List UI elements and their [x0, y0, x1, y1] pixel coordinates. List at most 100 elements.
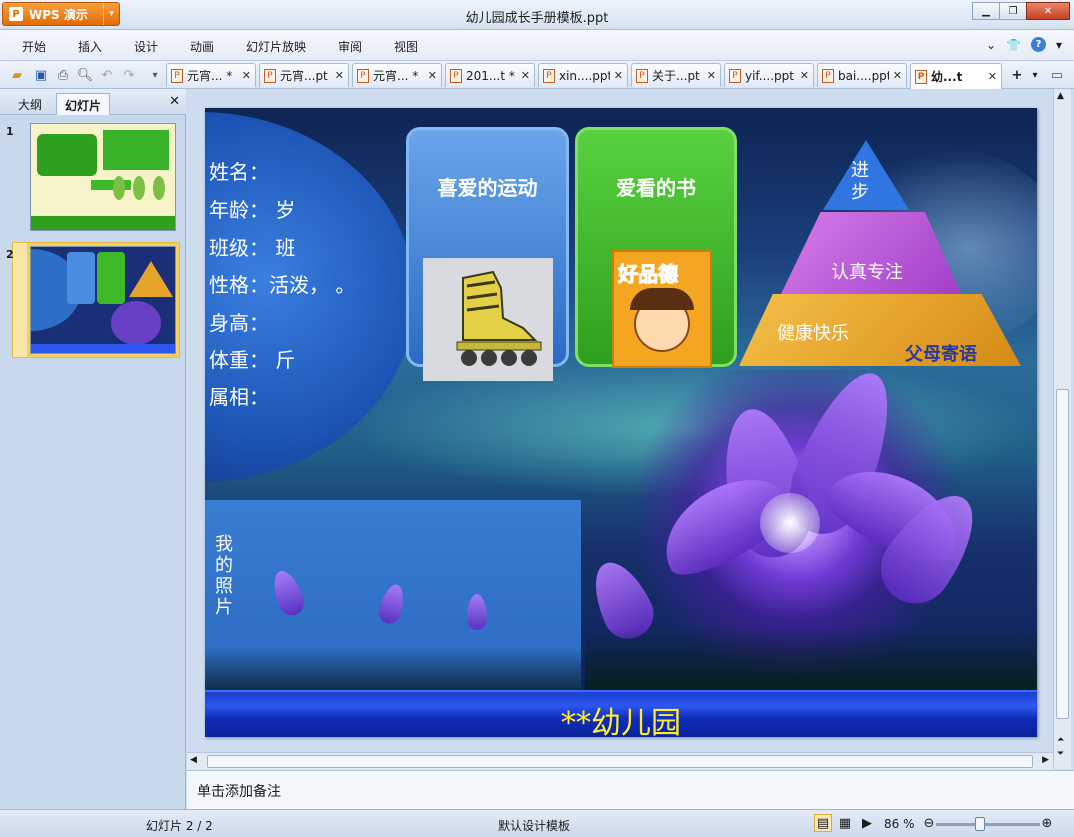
horizontal-scroll-thumb[interactable]	[207, 755, 1033, 768]
menu-slideshow[interactable]: 幻灯片放映	[246, 38, 306, 55]
maximize-button[interactable]: ❐	[999, 2, 1027, 20]
info-personality[interactable]: 性格：活泼， 。	[209, 269, 355, 298]
photo-label: 我的照片	[215, 534, 233, 618]
redo-icon[interactable]: ↷	[120, 66, 138, 84]
zoom-in-icon[interactable]: ⊕	[1038, 814, 1056, 832]
help-dropdown-icon[interactable]: ▾	[1056, 38, 1062, 52]
doc-tab[interactable]: Pyif....ppt ✕	[724, 63, 814, 87]
doc-tab[interactable]: Pxin....ppt ✕	[538, 63, 628, 87]
doc-tab[interactable]: P 元宵... * ✕	[352, 63, 442, 87]
print-icon[interactable]: ⎙	[54, 66, 72, 84]
doc-tab[interactable]: P 元宵... * ✕	[166, 63, 256, 87]
doc-tab-active[interactable]: P 幼...t ✕	[910, 63, 1002, 89]
collapse-ribbon-icon[interactable]: ⌄	[986, 38, 996, 52]
thumb-shape	[67, 252, 95, 304]
thumb-shape	[91, 180, 131, 190]
doc-tab[interactable]: P 关于...pt ✕	[631, 63, 721, 87]
notes-pane[interactable]: 单击添加备注	[187, 770, 1074, 809]
close-tab-icon[interactable]: ✕	[893, 69, 902, 82]
close-tab-icon[interactable]: ✕	[614, 69, 623, 82]
quick-toolbar: ▰ ▣ ⎙ 🔍︎ ↶ ↷ ▾ P 元宵... * ✕ P 元宵...pt ✕ P 元宵..…	[0, 61, 1074, 89]
menu-insert[interactable]: 插入	[78, 38, 102, 55]
close-tab-icon[interactable]: ✕	[521, 69, 530, 82]
scroll-up-icon[interactable]: ▲	[1057, 91, 1064, 101]
inline-skate-image[interactable]	[423, 258, 553, 381]
vertical-scroll-thumb[interactable]	[1056, 389, 1069, 719]
help-icon[interactable]: ?	[1030, 37, 1046, 52]
normal-view-icon[interactable]: ▤	[814, 814, 832, 832]
skin-icon[interactable]: 👕	[1006, 38, 1021, 52]
open-folder-icon[interactable]: ▰	[8, 66, 26, 84]
favorite-sport-card[interactable]: 喜爱的运动	[406, 127, 569, 381]
vertical-scrollbar[interactable]: ▲ ⏶ ⏷	[1053, 89, 1071, 769]
grass-shade	[205, 648, 581, 690]
close-tab-icon[interactable]: ✕	[335, 69, 344, 82]
zoom-slider-handle[interactable]	[975, 817, 985, 831]
card-book-title: 爱看的书	[616, 176, 696, 200]
prev-slide-icon[interactable]: ⏶	[1057, 735, 1064, 745]
slide-thumbnail-2[interactable]	[27, 243, 179, 357]
scroll-left-icon[interactable]: ◀	[190, 755, 197, 765]
menu-home[interactable]: 开始	[22, 38, 46, 55]
tab-outline[interactable]: 大纲	[10, 93, 50, 115]
menu-right-controls: ⌄ 👕 ? ▾	[986, 37, 1062, 52]
close-tab-icon[interactable]: ✕	[707, 69, 716, 82]
window-layout-icon[interactable]: ▭	[1048, 66, 1066, 84]
next-slide-icon[interactable]: ⏷	[1057, 749, 1064, 759]
slide-thumbnail-1[interactable]	[30, 123, 176, 231]
close-tab-icon[interactable]: ✕	[242, 69, 251, 82]
ppt-file-icon: P	[822, 68, 834, 83]
new-tab-icon[interactable]: +	[1008, 66, 1026, 84]
notes-placeholder: 单击添加备注	[197, 784, 281, 800]
scroll-right-icon[interactable]: ▶	[1042, 755, 1049, 765]
info-age[interactable]: 年龄： 岁	[209, 194, 295, 223]
card-sport-title: 喜爱的运动	[437, 176, 538, 200]
close-window-button[interactable]: ✕	[1026, 2, 1070, 20]
doc-tab[interactable]: P 元宵...pt ✕	[259, 63, 349, 87]
undo-icon[interactable]: ↶	[98, 66, 116, 84]
panel-tabs: 大纲 幻灯片 ✕	[0, 89, 186, 115]
print-preview-icon[interactable]: 🔍︎	[76, 66, 94, 84]
thumb-shape	[103, 130, 169, 170]
slide-position: 幻灯片 2 / 2	[146, 819, 213, 833]
close-panel-icon[interactable]: ✕	[169, 94, 180, 109]
skate-icon	[456, 270, 542, 366]
tab-list-icon[interactable]: ▾	[1026, 66, 1044, 84]
slide-canvas[interactable]: 姓名： 年龄： 岁 班级： 班 性格：活泼， 。 身高： 体重： 斤 属相： 喜…	[205, 108, 1037, 737]
window-title: 幼儿园成长手册模板.ppt	[465, 11, 609, 26]
close-tab-icon[interactable]: ✕	[988, 70, 997, 83]
info-name[interactable]: 姓名：	[209, 156, 269, 185]
parents-message-label[interactable]: 父母寄语	[905, 340, 977, 366]
banner-title: **幼儿园	[561, 706, 681, 737]
menu-view[interactable]: 视图	[394, 38, 418, 55]
info-zodiac[interactable]: 属相：	[209, 381, 269, 410]
kindergarten-banner[interactable]: **幼儿园	[205, 690, 1037, 737]
menu-animation[interactable]: 动画	[190, 38, 214, 55]
customize-toolbar-icon[interactable]: ▾	[146, 66, 164, 84]
tab-slides[interactable]: 幻灯片	[56, 93, 111, 115]
thumb-shape	[129, 261, 173, 297]
thumb-shape	[111, 301, 161, 345]
cartoon-boy-hair	[630, 288, 694, 310]
ppt-file-icon: P	[264, 68, 276, 83]
favorite-book-card[interactable]: 爱看的书 好品德	[575, 127, 737, 368]
info-weight[interactable]: 体重： 斤	[209, 344, 295, 373]
book-cover-image[interactable]: 好品德	[612, 250, 712, 368]
menu-review[interactable]: 审阅	[338, 38, 362, 55]
slide-sorter-icon[interactable]: ▦	[836, 814, 854, 832]
save-icon[interactable]: ▣	[32, 66, 50, 84]
minimize-button[interactable]: ▁	[972, 2, 1000, 20]
doc-tab[interactable]: P 201...t * ✕	[445, 63, 535, 87]
grass-shade	[585, 628, 1037, 690]
close-tab-icon[interactable]: ✕	[800, 69, 809, 82]
design-template-name: 默认设计模板	[498, 819, 571, 833]
zoom-slider-track[interactable]	[936, 823, 1040, 826]
info-class[interactable]: 班级： 班	[209, 232, 295, 261]
close-tab-icon[interactable]: ✕	[428, 69, 437, 82]
horizontal-scrollbar[interactable]: ◀ ▶	[187, 752, 1053, 770]
slideshow-icon[interactable]: ▶	[858, 814, 876, 832]
info-height[interactable]: 身高：	[209, 307, 269, 336]
ppt-file-icon: P	[171, 68, 183, 83]
doc-tab[interactable]: Pbai....ppt ✕	[817, 63, 907, 87]
menu-design[interactable]: 设计	[134, 38, 158, 55]
